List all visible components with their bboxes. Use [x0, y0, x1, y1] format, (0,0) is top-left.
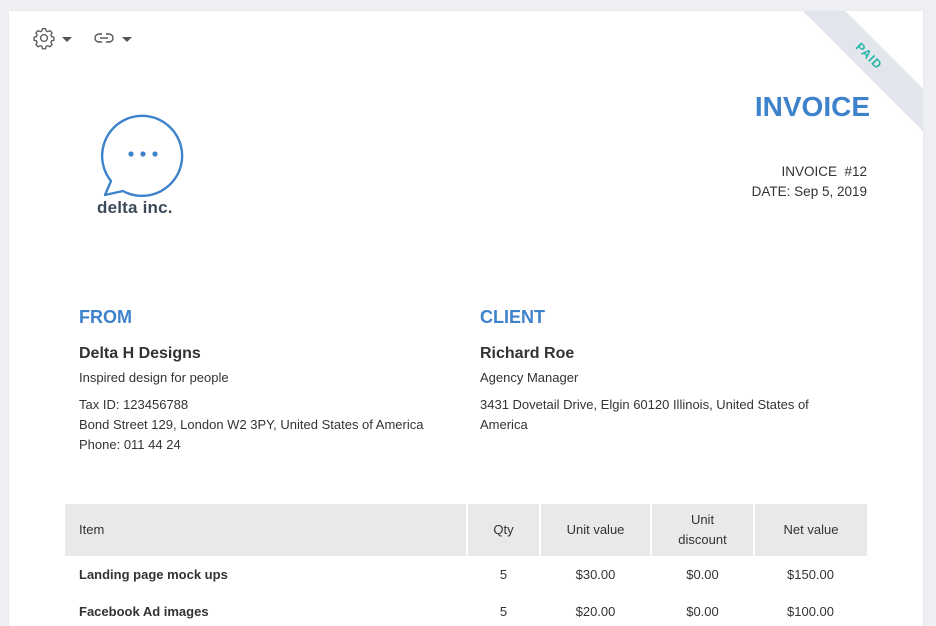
client-section: CLIENT Richard Roe Agency Manager 3431 D…: [480, 307, 850, 435]
from-phone: Phone: 011 44 24: [79, 437, 181, 452]
row-item: Facebook Ad images: [79, 604, 209, 619]
client-heading: CLIENT: [480, 307, 545, 327]
link-icon: [92, 26, 116, 50]
invoice-meta: INVOICE #12 DATE: Sep 5, 2019: [752, 162, 867, 202]
invoice-items-table: Item Qty Unit value Unit discount Net va…: [65, 504, 867, 626]
paid-ribbon: PAID: [780, 11, 923, 145]
client-details: 3431 Dovetail Drive, Elgin 60120 Illinoi…: [480, 395, 850, 435]
header-net-value: Net value: [754, 504, 867, 556]
from-section: FROM Delta H Designs Inspired design for…: [79, 307, 459, 455]
invoice-date: DATE: Sep 5, 2019: [751, 184, 867, 199]
invoice-sheet: PAID delta inc. INVOICE INVOICE #12 DATE…: [9, 11, 923, 626]
table-row: Facebook Ad images 5 $20.00 $0.00 $100.0…: [65, 593, 867, 626]
gear-icon: [32, 26, 56, 50]
invoice-title: INVOICE: [754, 91, 870, 122]
from-tax-id: Tax ID: 123456788: [79, 397, 189, 412]
from-heading: FROM: [79, 307, 132, 327]
from-name: Delta H Designs: [79, 345, 201, 362]
row-unit-value: $20.00: [575, 604, 616, 619]
chat-bubble-icon: [100, 114, 184, 198]
row-discount: $0.00: [686, 567, 719, 582]
invoice-number: INVOICE #12: [781, 164, 867, 179]
from-details: Tax ID: 123456788 Bond Street 129, Londo…: [79, 395, 459, 455]
chevron-down-icon: [122, 37, 132, 42]
company-logo: [97, 111, 193, 202]
row-discount: $0.00: [686, 604, 719, 619]
client-address: 3431 Dovetail Drive, Elgin 60120 Illinoi…: [480, 397, 809, 432]
toolbar: [32, 26, 152, 50]
company-logo-text: delta inc.: [97, 198, 173, 217]
row-net-value: $100.00: [787, 604, 834, 619]
from-address: Bond Street 129, London W2 3PY, United S…: [79, 417, 424, 432]
settings-dropdown-button[interactable]: [32, 26, 72, 50]
row-unit-value: $30.00: [575, 567, 616, 582]
table-row: Landing page mock ups 5 $30.00 $0.00 $15…: [65, 556, 867, 593]
row-item: Landing page mock ups: [79, 567, 228, 582]
client-name: Richard Roe: [480, 345, 575, 362]
header-unit-value: Unit value: [540, 504, 652, 556]
row-qty: 5: [499, 604, 508, 619]
header-qty: Qty: [467, 504, 541, 556]
chevron-down-icon: [62, 37, 72, 42]
link-dropdown-button[interactable]: [92, 26, 132, 50]
header-item: Item: [65, 504, 468, 556]
client-title: Agency Manager: [480, 370, 579, 385]
from-tagline: Inspired design for people: [79, 370, 229, 385]
table-header-row: Item Qty Unit value Unit discount Net va…: [65, 504, 867, 556]
row-net-value: $150.00: [787, 567, 834, 582]
header-unit-discount: Unit discount: [651, 504, 755, 556]
row-qty: 5: [499, 567, 508, 582]
